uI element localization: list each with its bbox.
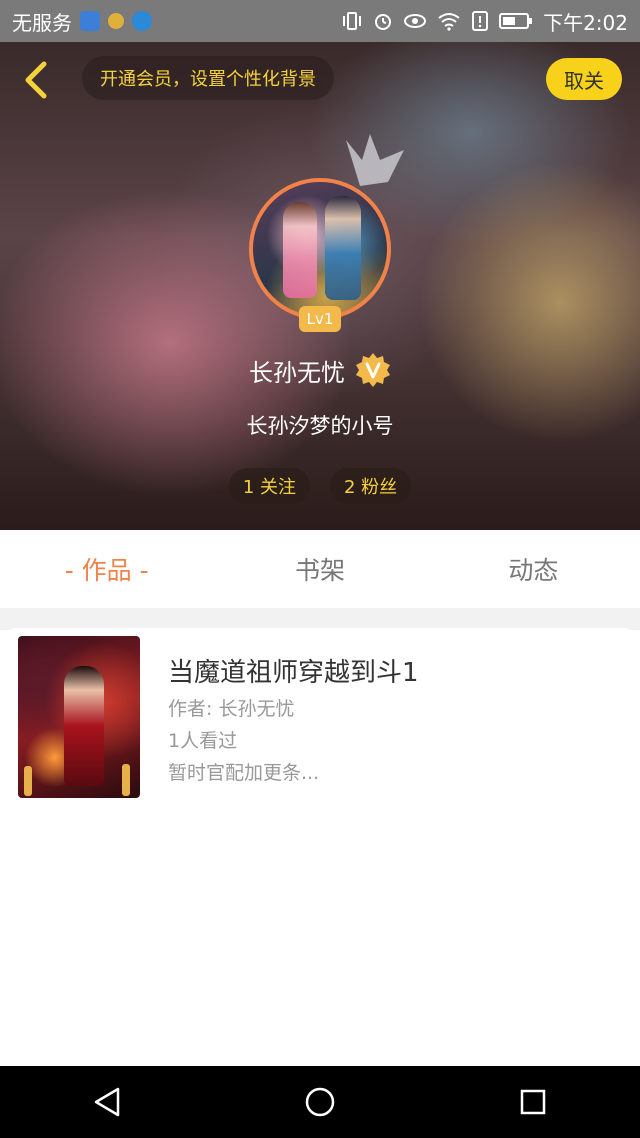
status-bar: 无服务 下午2:02 xyxy=(0,0,640,42)
work-views: 1人看过 xyxy=(168,730,238,752)
carrier-text: 无服务 xyxy=(12,10,72,35)
vip-background-prompt[interactable]: 开通会员，设置个性化背景 xyxy=(82,56,334,100)
nav-recent-button[interactable] xyxy=(503,1072,563,1132)
level-badge: Lv1 xyxy=(299,306,341,332)
profile-tabs: - 作品 - 书架 动态 xyxy=(0,530,640,618)
username: 长孙无忧 xyxy=(249,358,345,387)
nav-home-button[interactable] xyxy=(290,1072,350,1132)
work-description: 暂时官配加更条... xyxy=(168,762,320,784)
wifi-icon xyxy=(438,13,460,31)
eye-icon xyxy=(404,14,427,28)
username-row: 长孙无忧 xyxy=(0,348,640,392)
back-button[interactable] xyxy=(16,58,56,102)
avatar[interactable] xyxy=(249,178,391,320)
vibrate-icon xyxy=(343,12,362,30)
square-recent-icon xyxy=(521,1089,546,1115)
circle-home-icon xyxy=(305,1087,335,1117)
list-item[interactable]: 当魔道祖师穿越到斗1 作者: 长孙无忧 1人看过 暂时官配加更条... xyxy=(10,628,630,808)
browser-app-icon xyxy=(132,11,152,31)
sim-alert-icon xyxy=(472,11,489,31)
status-time: 下午2:02 xyxy=(543,10,628,35)
unfollow-button[interactable]: 取关 xyxy=(546,58,622,100)
follow-stats: 1 关注 2 粉丝 xyxy=(0,468,640,504)
location-app-icon xyxy=(108,13,124,29)
following-count[interactable]: 1 关注 xyxy=(228,468,310,504)
work-author: 作者: 长孙无忧 xyxy=(168,698,295,720)
shield-app-icon xyxy=(80,11,100,31)
book-cover xyxy=(18,636,140,798)
system-nav-bar xyxy=(0,1066,640,1138)
nav-back-button[interactable] xyxy=(77,1072,137,1132)
verified-v-icon xyxy=(356,353,390,387)
triangle-back-icon xyxy=(94,1087,119,1117)
followers-count[interactable]: 2 粉丝 xyxy=(330,468,412,504)
battery-icon xyxy=(499,13,533,29)
profile-header: 开通会员，设置个性化背景 取关 Lv1 长孙无忧 长孙汐梦的小号 1 关注 2 … xyxy=(0,42,640,530)
tab-works[interactable]: - 作品 - xyxy=(0,551,213,587)
profile-signature: 长孙汐梦的小号 xyxy=(246,414,394,438)
chevron-left-icon xyxy=(25,61,47,99)
tab-bookshelf[interactable]: 书架 xyxy=(213,551,426,587)
alarm-icon xyxy=(375,14,392,30)
work-title: 当魔道祖师穿越到斗1 xyxy=(168,658,419,688)
tab-activity[interactable]: 动态 xyxy=(427,551,640,587)
